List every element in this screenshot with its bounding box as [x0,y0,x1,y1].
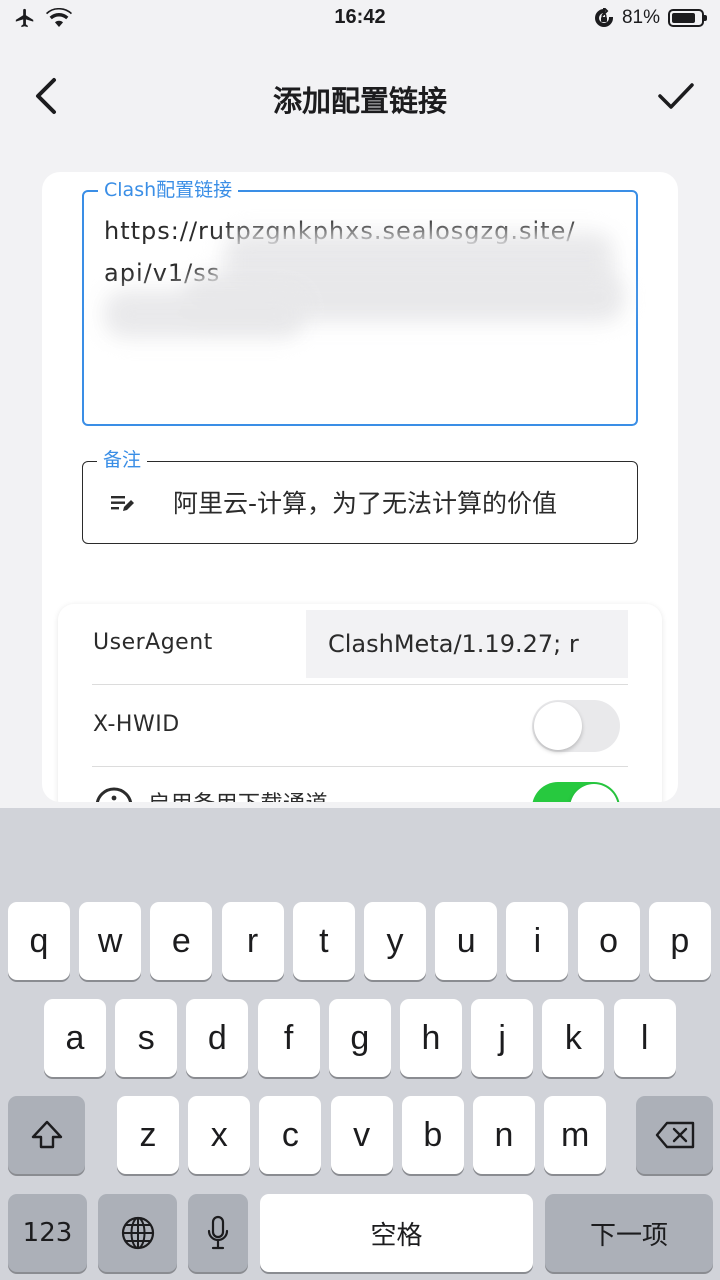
key-x[interactable]: x [188,1096,251,1174]
key-f[interactable]: f [257,999,320,1077]
globe-key[interactable] [98,1194,177,1272]
url-field-label: Clash配置链接 [98,178,239,202]
shift-key[interactable] [8,1096,85,1174]
hwid-toggle[interactable] [532,700,620,752]
numbers-key[interactable]: 123 [8,1194,87,1272]
redacted-area [104,290,304,338]
microphone-key[interactable] [188,1194,248,1272]
battery-level [672,13,695,23]
keyboard: 123 空格 下一项 qwertyuiop asdfghjkl zxcvbnm [0,808,720,1280]
rotation-lock-icon [595,8,613,27]
note-field[interactable]: 备注 阿里云-计算，为了无法计算的价值 [82,448,638,544]
status-bar: 16:42 81% [0,0,720,38]
key-w[interactable]: w [79,902,142,980]
backspace-icon [655,1121,694,1149]
backup-channel-row: 启用备用下载通道 [92,768,628,802]
backup-channel-toggle[interactable] [532,782,620,802]
key-h[interactable]: h [400,999,462,1077]
key-s[interactable]: s [115,999,178,1077]
hwid-label: X-HWID [93,712,180,737]
battery-icon [668,9,707,27]
key-g[interactable]: g [328,999,391,1077]
key-d[interactable]: d [186,999,249,1077]
confirm-button[interactable] [654,74,698,118]
status-right: 81% [594,5,707,31]
key-y[interactable]: y [364,902,426,980]
key-m[interactable]: m [544,1096,607,1174]
key-e[interactable]: e [150,902,213,980]
key-p[interactable]: p [648,902,711,980]
user-agent-label: UserAgent [93,630,213,655]
toggle-knob [570,784,618,802]
key-k[interactable]: k [542,999,605,1077]
toggle-knob [534,702,582,750]
key-t[interactable]: t [292,902,355,980]
user-agent-row: UserAgent ClashMeta/1.19.27; r [92,604,628,685]
key-u[interactable]: u [435,902,498,980]
note-field-label: 备注 [97,448,148,472]
key-q[interactable]: q [8,902,70,980]
microphone-icon [207,1215,229,1250]
key-i[interactable]: i [506,902,569,980]
hwid-row: X-HWID [92,686,628,767]
url-field[interactable]: Clash配置链接 https://rutpzgnkphxs.sealosgzg… [82,178,638,426]
note-input[interactable]: 阿里云-计算，为了无法计算的价值 [173,484,557,520]
key-v[interactable]: v [330,1096,393,1174]
info-icon[interactable] [94,786,134,802]
key-r[interactable]: r [221,902,284,980]
key-l[interactable]: l [613,999,676,1077]
backup-channel-label: 启用备用下载通道 [148,786,328,802]
edit-note-icon [111,496,134,511]
next-key[interactable]: 下一项 [545,1194,713,1272]
shift-icon [31,1120,62,1149]
delete-key[interactable] [636,1096,713,1174]
key-n[interactable]: n [473,1096,535,1174]
globe-icon [121,1216,154,1250]
key-o[interactable]: o [577,902,640,980]
key-a[interactable]: a [44,999,106,1077]
key-j[interactable]: j [471,999,534,1077]
key-c[interactable]: c [259,1096,322,1174]
key-b[interactable]: b [401,1096,464,1174]
space-key[interactable]: 空格 [260,1194,533,1272]
page-title: 添加配置链接 [272,84,447,118]
key-z[interactable]: z [117,1096,179,1174]
options-section: UserAgent ClashMeta/1.19.27; r X-HWID 启用… [58,604,662,802]
nav-bar: 添加配置链接 [0,60,720,132]
user-agent-input[interactable]: ClashMeta/1.19.27; r [306,610,628,678]
checkmark-icon [658,83,694,109]
battery-percent: 81% [621,7,660,28]
config-form-card: Clash配置链接 https://rutpzgnkphxs.sealosgzg… [42,172,678,802]
